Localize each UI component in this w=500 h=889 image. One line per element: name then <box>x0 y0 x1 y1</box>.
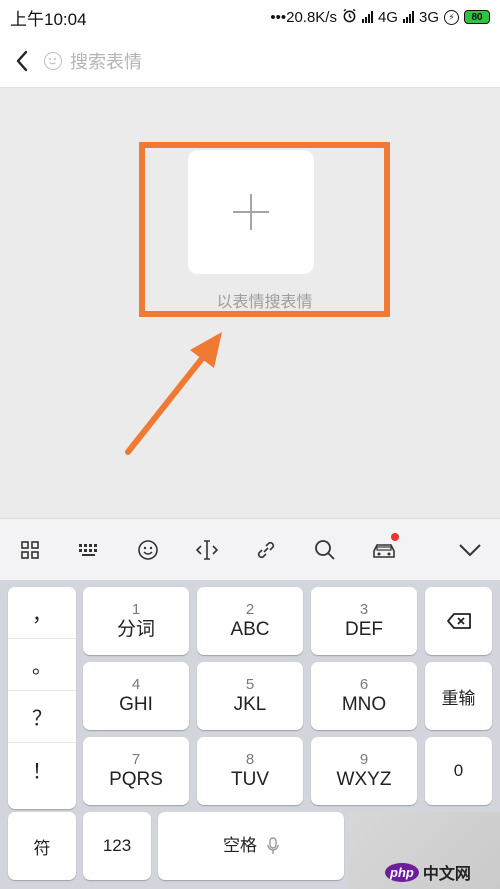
punct-question[interactable]: ？ <box>8 691 76 743</box>
backspace-icon <box>446 613 471 629</box>
key-1[interactable]: 1 分词 <box>83 587 189 655</box>
search-placeholder: 搜索表情 <box>70 51 142 72</box>
number-mode-key[interactable]: 123 <box>83 812 151 880</box>
signal-icon <box>361 11 373 23</box>
emoji-icon <box>44 51 62 70</box>
punct-period[interactable]: 。 <box>8 639 76 691</box>
watermark-text: 中文网 <box>422 866 471 883</box>
php-logo: php <box>385 862 419 882</box>
chevron-down-icon[interactable] <box>440 519 500 581</box>
key-4[interactable]: 4 GHI <box>83 662 189 730</box>
punct-exclaim[interactable]: ！ <box>8 743 76 795</box>
search-icon[interactable] <box>295 519 354 581</box>
punct-comma[interactable]: ， <box>8 587 76 639</box>
link-icon[interactable] <box>236 519 295 581</box>
network-type-1: 4G <box>377 8 398 26</box>
key-6[interactable]: 6 MNO <box>311 662 417 730</box>
search-header: 搜索表情 <box>0 34 500 88</box>
zero-key[interactable]: 0 <box>425 737 492 805</box>
key-8[interactable]: 8 TUV <box>197 737 303 805</box>
key-7[interactable]: 7 PQRS <box>83 737 189 805</box>
content-area: 以表情搜表情 <box>0 88 500 518</box>
back-arrow-icon[interactable] <box>0 34 44 88</box>
key-3[interactable]: 3 DEF <box>311 587 417 655</box>
status-bar: 上午10:04 •••20.8K/s 4G 3G ⚡ 80 <box>0 0 500 34</box>
key-2[interactable]: 2 ABC <box>197 587 303 655</box>
network-speed: •••20.8K/s <box>270 8 337 26</box>
grid-icon[interactable] <box>0 519 59 581</box>
emoji-icon[interactable] <box>118 519 177 581</box>
alarm-icon <box>342 8 357 27</box>
battery-icon: 80 <box>464 10 490 24</box>
status-time: 上午10:04 <box>10 9 87 29</box>
search-input[interactable]: 搜索表情 <box>44 48 142 74</box>
key-9[interactable]: 9 WXYZ <box>311 737 417 805</box>
keyboard-toolbar <box>0 518 500 580</box>
reenter-key[interactable]: 重输 <box>425 662 492 730</box>
highlight-box <box>139 142 390 317</box>
punctuation-column: ， 。 ？ ！ <box>8 587 76 809</box>
notification-dot <box>391 532 399 541</box>
microphone-icon <box>267 837 279 854</box>
charging-icon: ⚡ <box>444 9 459 25</box>
cursor-icon[interactable] <box>177 519 236 581</box>
signal-icon-2 <box>402 11 414 23</box>
status-icons: •••20.8K/s 4G 3G ⚡ 80 <box>270 8 490 27</box>
backspace-key[interactable] <box>425 587 492 655</box>
keyboard-icon[interactable] <box>59 519 118 581</box>
network-type-2: 3G <box>418 8 439 26</box>
watermark-logo: php 中文网 <box>385 860 471 884</box>
symbol-key[interactable]: 符 <box>8 812 76 880</box>
key-5[interactable]: 5 JKL <box>197 662 303 730</box>
car-icon[interactable] <box>354 519 413 581</box>
space-key[interactable]: 空格 <box>158 812 344 880</box>
